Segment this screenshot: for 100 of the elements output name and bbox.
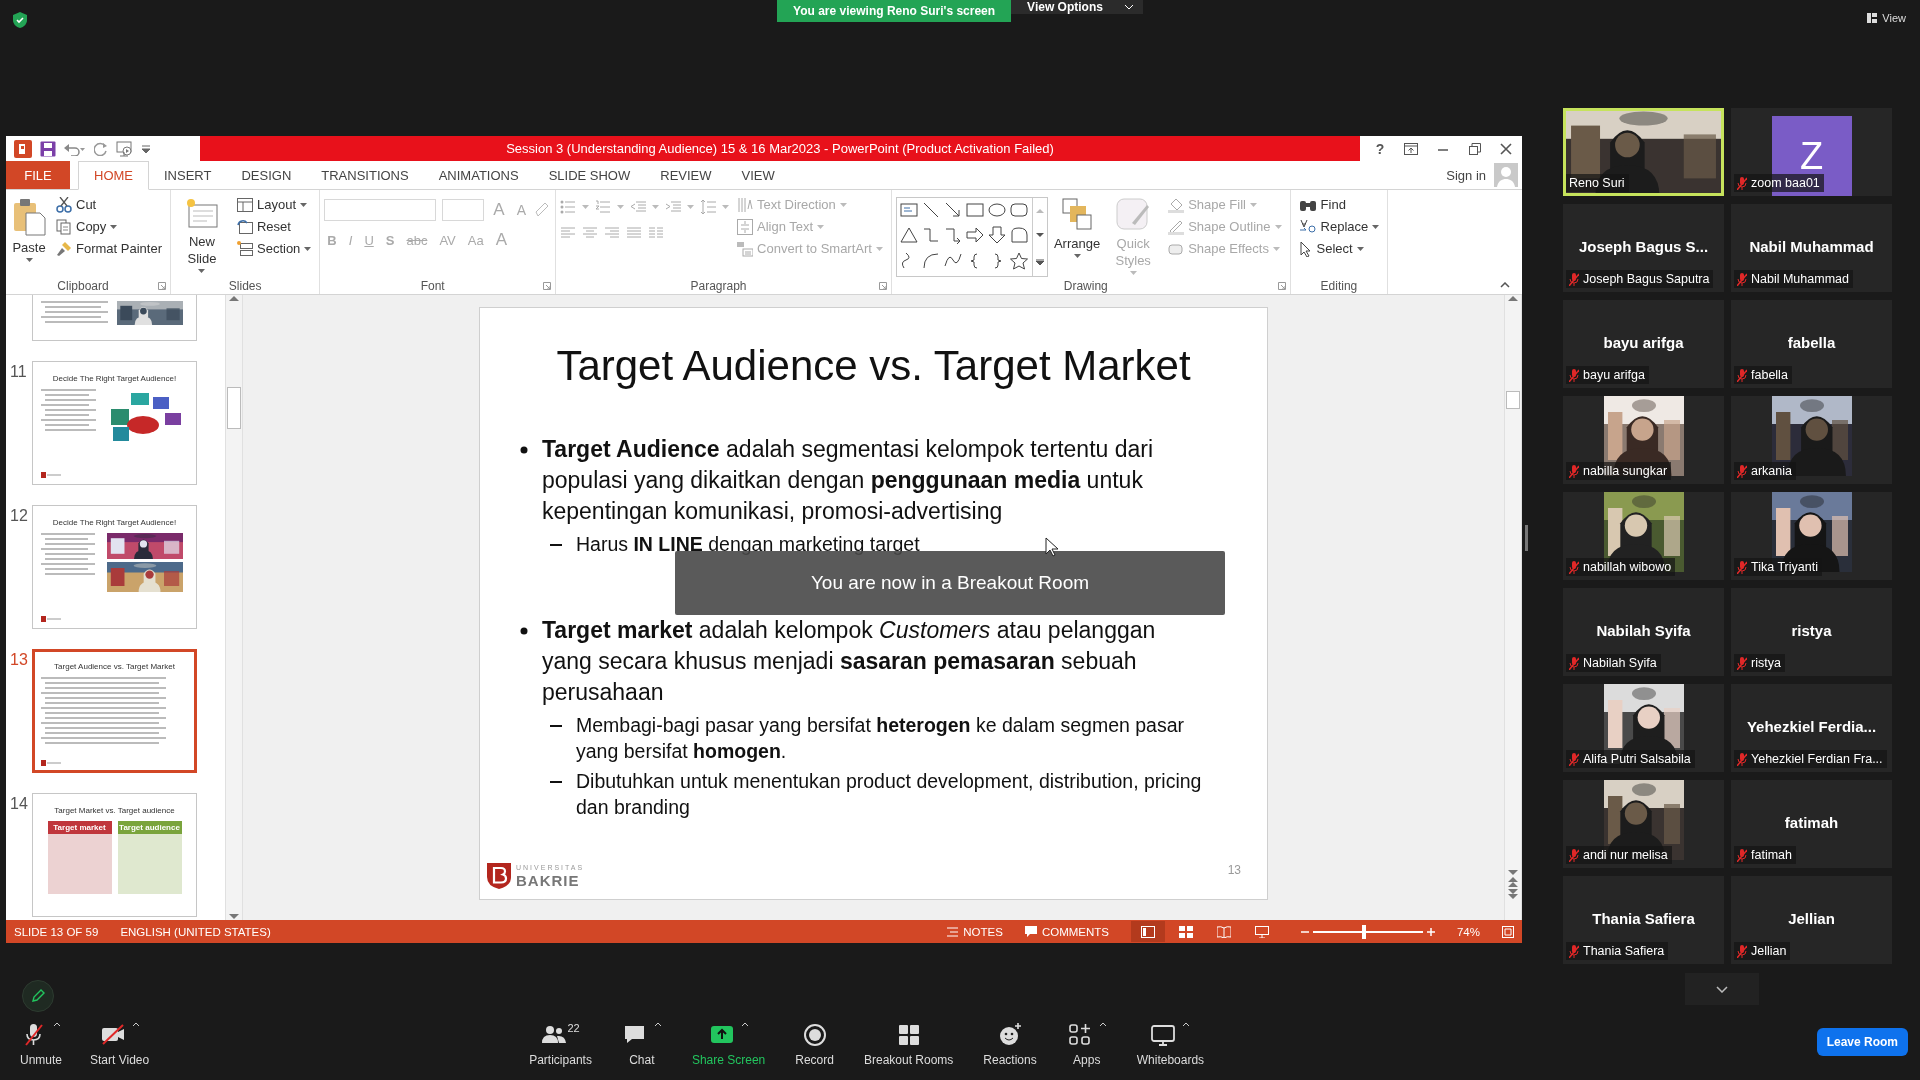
- participant-tile[interactable]: nabilla sungkar: [1563, 396, 1724, 484]
- ribbon-button[interactable]: Copy: [52, 216, 166, 237]
- view-button[interactable]: [1130, 921, 1165, 942]
- participant-tile[interactable]: Jellian Jellian: [1731, 876, 1892, 964]
- scroll-down-icon[interactable]: [1508, 870, 1518, 876]
- caret-icon[interactable]: [25, 258, 33, 262]
- scrollbar-thumb[interactable]: [227, 387, 241, 429]
- font-size-field[interactable]: [442, 199, 485, 221]
- ribbon-button[interactable]: Find: [1294, 194, 1384, 215]
- caret-icon[interactable]: [198, 269, 206, 273]
- undo-icon[interactable]: [64, 141, 86, 156]
- star-icon[interactable]: [1009, 251, 1028, 270]
- dialog-launcher-icon[interactable]: [158, 281, 166, 290]
- ribbon-button[interactable]: Arrange: [1051, 193, 1103, 277]
- freeform-icon[interactable]: [1009, 226, 1028, 245]
- ribbon-button[interactable]: Layout: [233, 194, 316, 215]
- participant-tile[interactable]: ristya ristya: [1731, 588, 1892, 676]
- caret-icon[interactable]: [1372, 224, 1380, 229]
- ribbon-button[interactable]: New Slide: [175, 193, 229, 277]
- slide-thumbnail[interactable]: Target Market vs. Target audience Target market Target audience: [32, 793, 197, 917]
- scrollbar-thumb[interactable]: [1506, 391, 1520, 409]
- leave-room-button[interactable]: Leave Room: [1816, 1028, 1908, 1056]
- shield-icon[interactable]: [13, 12, 27, 28]
- participant-tile[interactable]: Alifa Putri Salsabila: [1563, 684, 1724, 772]
- down-arrow-icon[interactable]: [987, 226, 1006, 245]
- participant-tile[interactable]: Tika Triyanti: [1731, 492, 1892, 580]
- shapes-gallery[interactable]: [895, 197, 1048, 277]
- elbow-arrow-icon[interactable]: [943, 226, 962, 245]
- comments-button[interactable]: COMMENTS: [1024, 925, 1109, 938]
- slideshow-icon[interactable]: [116, 140, 134, 157]
- slide-thumbnail[interactable]: Decide The Right Target Audience!: [32, 505, 197, 629]
- arrow-icon[interactable]: [943, 201, 962, 219]
- participant-tile[interactable]: fabella fabella: [1731, 300, 1892, 388]
- annotate-button[interactable]: [22, 980, 54, 1012]
- participant-tile[interactable]: Nabil Muhammad Nabil Muhammad: [1731, 204, 1892, 292]
- next-slide-icon[interactable]: [1508, 888, 1518, 900]
- ribbon-tab[interactable]: VIEW: [726, 161, 790, 189]
- more-icon[interactable]: [1035, 258, 1044, 266]
- customize-icon[interactable]: [142, 144, 150, 153]
- panel-resize-handle[interactable]: [1525, 525, 1528, 551]
- ribbon-button[interactable]: Replace: [1294, 216, 1384, 237]
- block-arrow-icon[interactable]: [965, 226, 984, 245]
- dialog-launcher-icon[interactable]: [1277, 281, 1286, 290]
- toolbar-button[interactable]: Whiteboards: [1136, 1021, 1205, 1067]
- participant-tile[interactable]: Z zoom baa01: [1731, 108, 1892, 196]
- toolbar-button[interactable]: Chat: [621, 1021, 662, 1067]
- toolbar-button[interactable]: 22 Participants: [529, 1021, 592, 1067]
- toolbar-button[interactable]: Unmute: [20, 1021, 63, 1067]
- sign-in-link[interactable]: Sign in: [1440, 161, 1494, 189]
- ribbon-tab[interactable]: DESIGN: [226, 161, 307, 189]
- participant-tile[interactable]: Joseph Bagus S... Joseph Bagus Saputra: [1563, 204, 1724, 292]
- notes-button[interactable]: NOTES: [947, 925, 1003, 938]
- ribbon-tab[interactable]: ANIMATIONS: [423, 161, 534, 189]
- toolbar-button[interactable]: Share Screen: [691, 1021, 766, 1067]
- participant-tile[interactable]: Reno Suri: [1563, 108, 1724, 196]
- slider-thumb[interactable]: [1362, 924, 1367, 939]
- ribbon-button[interactable]: Paste: [10, 193, 48, 277]
- ribbon-tab[interactable]: HOME: [78, 161, 149, 190]
- dialog-launcher-icon[interactable]: [878, 281, 887, 290]
- participant-tile[interactable]: fatimah fatimah: [1731, 780, 1892, 868]
- collapse-ribbon-icon[interactable]: [1500, 282, 1510, 288]
- app-icon[interactable]: [14, 139, 32, 158]
- dialog-launcher-icon[interactable]: [543, 281, 552, 290]
- close-icon[interactable]: [1500, 142, 1513, 155]
- ribbon-tab[interactable]: TRANSITIONS: [306, 161, 424, 189]
- zoom-in-icon[interactable]: [1426, 927, 1435, 936]
- toolbar-button[interactable]: Reactions: [983, 1021, 1037, 1067]
- caret-icon[interactable]: [1073, 254, 1081, 258]
- rounded-rectangle-icon[interactable]: [1009, 201, 1028, 219]
- scroll-up-icon[interactable]: [1508, 295, 1518, 301]
- participant-tile[interactable]: Thania Safiera Thania Safiera: [1563, 876, 1724, 964]
- participant-tile[interactable]: nabillah wibowo: [1563, 492, 1724, 580]
- slide-thumbnail[interactable]: Target Audience vs. Target Market: [32, 649, 197, 773]
- ribbon-display-icon[interactable]: [1403, 142, 1418, 155]
- scroll-down-icon[interactable]: [1035, 233, 1044, 239]
- slide-thumbnail[interactable]: Decide The Right Target Audience!: [32, 361, 197, 485]
- participant-tile[interactable]: Nabilah Syifa Nabilah Syifa: [1563, 588, 1724, 676]
- toolbar-button[interactable]: Start Video: [90, 1021, 150, 1067]
- participant-tile[interactable]: andi nur melisa: [1563, 780, 1724, 868]
- caret-icon[interactable]: [304, 246, 312, 251]
- help-button[interactable]: ?: [1375, 140, 1385, 157]
- file-tab[interactable]: FILE: [6, 161, 70, 189]
- caret-icon[interactable]: [110, 224, 118, 229]
- slide-thumbnail[interactable]: [32, 295, 197, 341]
- line-icon[interactable]: [921, 201, 940, 219]
- ribbon-button[interactable]: Section: [233, 238, 316, 259]
- redo-icon[interactable]: [94, 141, 108, 156]
- restore-icon[interactable]: [1468, 142, 1481, 155]
- toolbar-button[interactable]: Breakout Rooms: [863, 1021, 954, 1067]
- view-button[interactable]: View: [1867, 12, 1906, 24]
- scroll-up-icon[interactable]: [229, 295, 239, 301]
- caret-icon[interactable]: [300, 202, 308, 207]
- save-icon[interactable]: [40, 140, 56, 157]
- caret-icon[interactable]: [1356, 246, 1364, 251]
- ribbon-tab[interactable]: SLIDE SHOW: [533, 161, 646, 189]
- ribbon-button[interactable]: Format Painter: [52, 238, 166, 259]
- participant-tile[interactable]: Yehezkiel Ferdia... Yehezkiel Ferdian Fra...: [1731, 684, 1892, 772]
- fit-slide-icon[interactable]: [1502, 925, 1514, 938]
- toolbar-button[interactable]: Apps: [1066, 1021, 1107, 1067]
- participant-tile[interactable]: arkania: [1731, 396, 1892, 484]
